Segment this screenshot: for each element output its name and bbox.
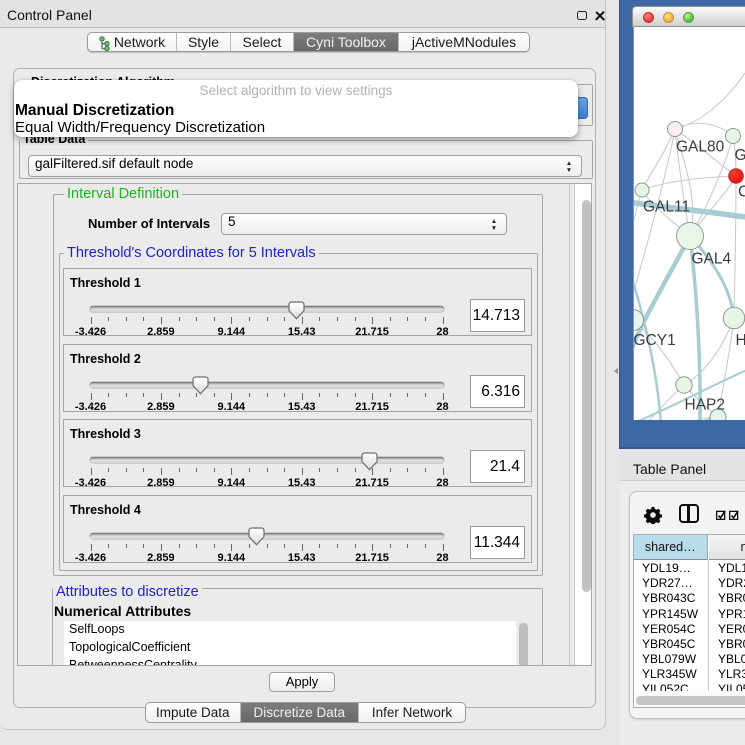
- svg-text:H: H: [736, 332, 745, 349]
- svg-text:GAL4: GAL4: [692, 251, 732, 268]
- svg-text:G: G: [735, 147, 745, 164]
- svg-text:HAP2: HAP2: [685, 397, 726, 414]
- svg-text:C: C: [738, 184, 745, 201]
- svg-text:GAL80: GAL80: [676, 139, 725, 156]
- svg-text:GCY1: GCY1: [634, 332, 676, 349]
- svg-text:GAL11: GAL11: [643, 199, 690, 216]
